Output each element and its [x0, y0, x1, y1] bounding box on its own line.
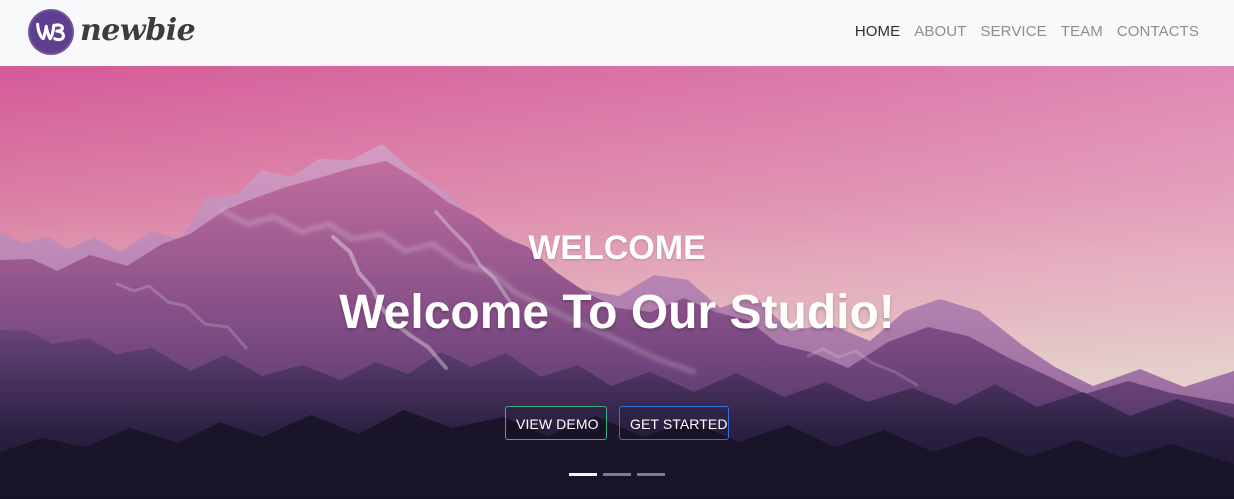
brand-logo-link[interactable]: newbie [28, 9, 196, 55]
carousel-indicator-2[interactable] [603, 473, 631, 476]
nav-team[interactable]: TEAM [1061, 20, 1103, 44]
carousel-indicator-1[interactable] [569, 473, 597, 476]
hero-title: Welcome To Our Studio! [339, 286, 895, 339]
carousel-indicators [0, 473, 1234, 476]
get-started-button[interactable]: GET STARTED [619, 406, 729, 440]
top-navbar: newbie HOME ABOUT SERVICE TEAM CONTACTS [0, 0, 1234, 66]
view-demo-button[interactable]: VIEW DEMO [505, 406, 607, 440]
brand-name: newbie [80, 13, 196, 48]
logo-icon [28, 9, 74, 55]
nav-about[interactable]: ABOUT [914, 20, 966, 44]
hero-carousel: WELCOME Welcome To Our Studio! VIEW DEMO… [0, 66, 1234, 499]
nav-contacts[interactable]: CONTACTS [1117, 20, 1199, 44]
nav-home[interactable]: HOME [855, 20, 900, 44]
main-nav: HOME ABOUT SERVICE TEAM CONTACTS [855, 20, 1199, 44]
carousel-indicator-3[interactable] [637, 473, 665, 476]
hero-actions: VIEW DEMO GET STARTED [0, 406, 1234, 440]
hero-content: WELCOME Welcome To Our Studio! VIEW DEMO… [0, 66, 1234, 499]
nav-service[interactable]: SERVICE [980, 20, 1046, 44]
hero-kicker: WELCOME [528, 229, 706, 267]
